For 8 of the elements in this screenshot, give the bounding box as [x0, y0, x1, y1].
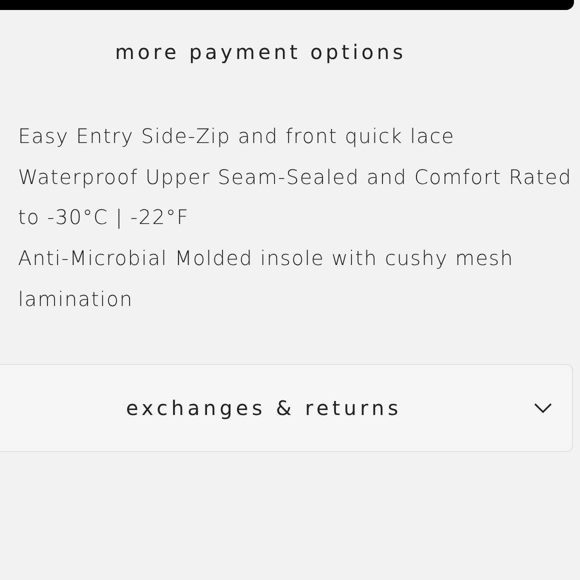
feature-text: Anti-Microbial Molded insole with cushy mesh lamination — [18, 245, 515, 313]
accordion-header[interactable]: exchanges & returns — [0, 364, 573, 452]
feature-text: Easy Entry Side-Zip and front quick lace — [18, 123, 456, 150]
checkout-button-edge[interactable] — [0, 0, 574, 10]
more-payment-options-link[interactable]: more payment options — [115, 40, 406, 64]
accordion-title: exchanges & returns — [126, 396, 402, 420]
feature-text: Waterproof Upper Seam-Sealed and Comfort Rated to -30°C | -22°F — [18, 164, 573, 232]
chevron-icon — [534, 402, 552, 413]
